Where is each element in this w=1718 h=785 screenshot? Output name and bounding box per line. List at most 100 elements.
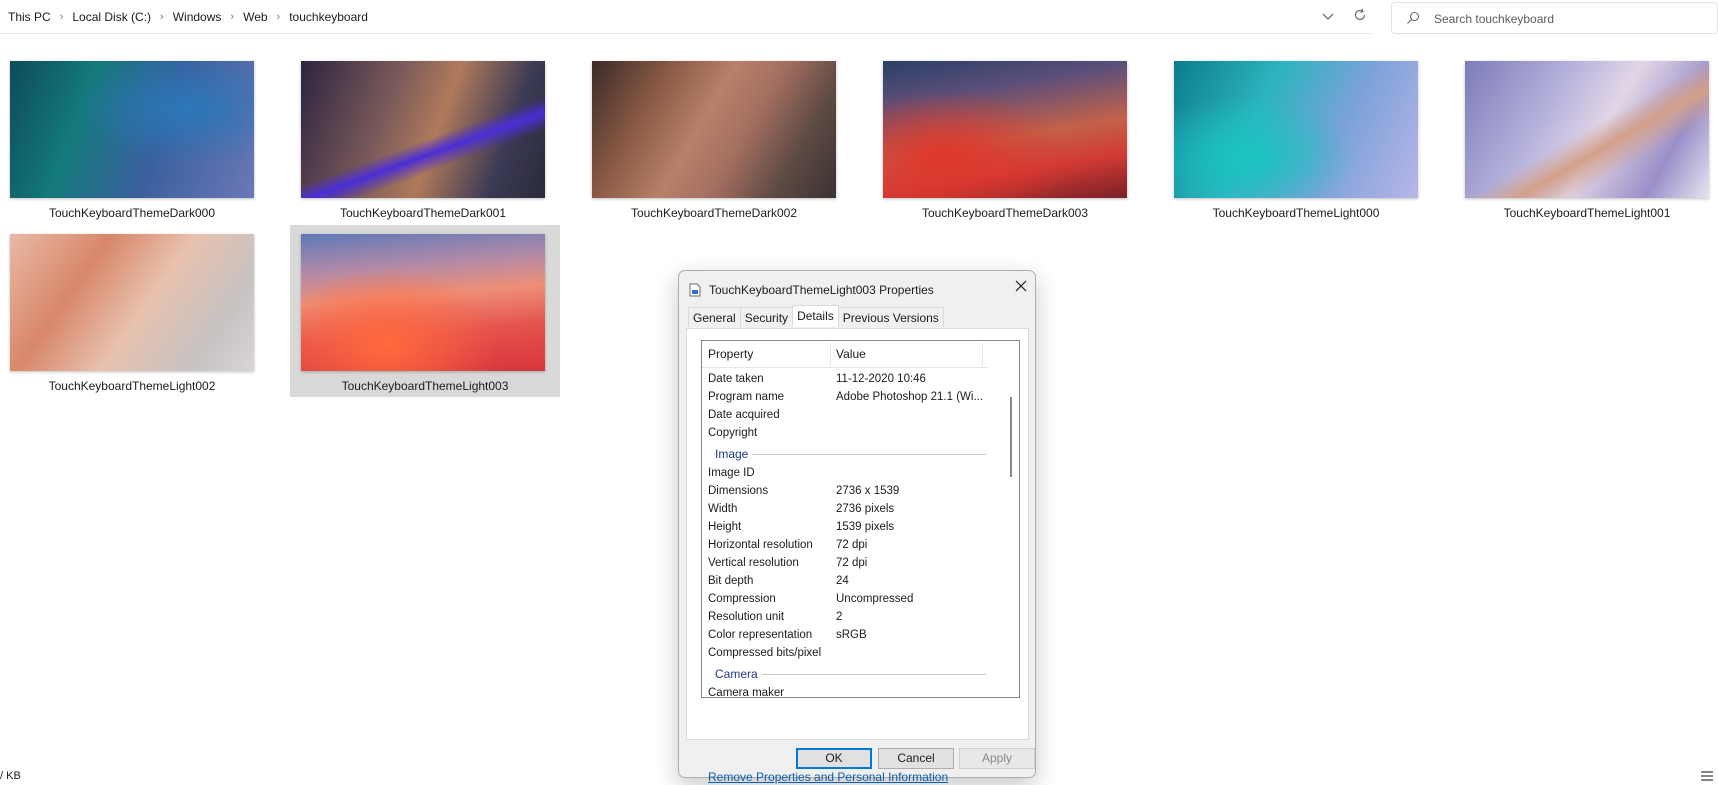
property-name: Width [708,503,738,515]
property-value: 1539 pixels [836,521,895,533]
column-divider[interactable] [830,343,831,365]
table-row[interactable]: Copyright [702,425,994,443]
scrollbar-thumb[interactable] [1010,397,1012,477]
refresh-button[interactable] [1351,8,1369,26]
details-view-button[interactable] [1700,770,1714,782]
property-value: 72 dpi [836,539,868,551]
chevron-right-icon[interactable]: › [277,11,281,23]
property-list[interactable]: Property Value Date taken 11-12-2020 10:4… [701,340,1020,698]
apply-button[interactable]: Apply [959,748,1035,769]
breadcrumb-web[interactable]: Web [243,10,267,24]
image-thumbnail[interactable] [10,234,254,371]
property-value: 2 [836,611,843,623]
property-name: Camera maker [708,687,785,698]
property-value: Uncompressed [836,593,914,605]
breadcrumb-windows[interactable]: Windows [173,10,222,24]
breadcrumb-local-disk[interactable]: Local Disk (C:) [72,10,151,24]
dialog-title: TouchKeyboardThemeLight003 Properties [709,283,934,297]
property-value: sRGB [836,629,867,641]
property-name: Image ID [708,467,755,479]
image-thumbnail[interactable] [592,61,836,198]
refresh-icon [1354,8,1366,21]
tab-general[interactable]: General [688,307,741,327]
property-name: Bit depth [708,575,754,587]
property-name: Compression [708,593,776,605]
property-value: 72 dpi [836,557,868,569]
chevron-right-icon[interactable]: › [230,11,234,23]
table-row[interactable]: Compressed bits/pixel [702,645,994,663]
tab-previous-versions[interactable]: Previous Versions [837,307,944,327]
history-dropdown-button[interactable] [1319,8,1337,26]
file-tile-light003[interactable]: TouchKeyboardThemeLight003 [290,225,560,397]
file-name-label: TouchKeyboardThemeDark003 [921,206,1089,220]
tab-details[interactable]: Details [792,305,839,327]
group-header-image: Image [702,443,994,465]
search-icon [1407,11,1420,24]
table-row[interactable]: Height 1539 pixels [702,519,994,537]
vertical-scrollbar[interactable] [1005,341,1019,697]
chevron-down-icon [1322,13,1334,20]
property-name: Dimensions [708,485,769,497]
table-row[interactable]: Vertical resolution 72 dpi [702,555,994,573]
table-row[interactable]: Color representation sRGB [702,627,994,645]
ok-button[interactable]: OK [796,748,872,769]
group-label: Camera [715,667,762,681]
close-button[interactable] [1012,279,1030,297]
remove-properties-link[interactable]: Remove Properties and Personal Informati… [708,770,948,784]
file-tile-light002[interactable]: TouchKeyboardThemeLight002 [8,231,256,401]
image-thumbnail[interactable] [1174,61,1418,198]
file-tile-dark003[interactable]: TouchKeyboardThemeDark003 [881,58,1129,228]
table-row[interactable]: Compression Uncompressed [702,591,994,609]
file-tile-dark002[interactable]: TouchKeyboardThemeDark002 [590,58,838,228]
file-tile-dark000[interactable]: TouchKeyboardThemeDark000 [8,58,256,228]
property-name: Height [708,521,742,533]
list-header: Property Value [702,341,988,368]
table-row[interactable]: Date acquired [702,407,994,425]
table-row[interactable]: Dimensions 2736 x 1539 [702,483,994,501]
property-name: Program name [708,391,785,403]
chevron-right-icon[interactable]: › [160,11,164,23]
property-rows: Date taken 11-12-2020 10:46 Program name A… [702,371,994,698]
properties-dialog: TouchKeyboardThemeLight003 Properties Ge… [678,270,1036,784]
table-row[interactable]: Camera maker [702,685,994,698]
table-row[interactable]: Date taken 11-12-2020 10:46 [702,371,994,389]
property-name: Copyright [708,427,758,439]
table-row[interactable]: Bit depth 24 [702,573,994,591]
table-row[interactable]: Width 2736 pixels [702,501,994,519]
list-view-icon [1701,771,1713,781]
file-name-label: TouchKeyboardThemeDark002 [630,206,798,220]
group-divider [714,454,986,455]
file-name-label: TouchKeyboardThemeLight001 [1503,206,1671,220]
cancel-button[interactable]: Cancel [878,748,954,769]
column-divider[interactable] [982,343,983,365]
image-thumbnail[interactable] [1465,61,1709,198]
search-box[interactable] [1391,2,1718,34]
image-thumbnail[interactable] [301,234,545,371]
breadcrumb: This PC › Local Disk (C:) › Windows › We… [8,10,368,24]
file-tile-dark001[interactable]: TouchKeyboardThemeDark001 [299,58,547,228]
file-name-label: TouchKeyboardThemeDark001 [339,206,507,220]
table-row[interactable]: Program name Adobe Photoshop 21.1 (Wi... [702,389,994,407]
property-name: Resolution unit [708,611,785,623]
table-row[interactable]: Resolution unit 2 [702,609,994,627]
property-name: Color representation [708,629,813,641]
breadcrumb-touchkeyboard[interactable]: touchkeyboard [289,10,368,24]
file-tile-light000[interactable]: TouchKeyboardThemeLight000 [1172,58,1420,228]
table-row[interactable]: Image ID [702,465,994,483]
property-name: Date taken [708,373,764,385]
property-name: Horizontal resolution [708,539,813,551]
image-thumbnail[interactable] [10,61,254,198]
breadcrumb-this-pc[interactable]: This PC [8,10,51,24]
property-name: Compressed bits/pixel [708,647,822,659]
table-row[interactable]: Horizontal resolution 72 dpi [702,537,994,555]
column-header-value[interactable]: Value [836,347,866,361]
image-thumbnail[interactable] [301,61,545,198]
tab-security[interactable]: Security [739,307,794,327]
group-label: Image [715,447,753,461]
property-name: Date acquired [708,409,780,421]
file-tile-light001[interactable]: TouchKeyboardThemeLight001 [1463,58,1711,228]
column-header-property[interactable]: Property [708,347,753,361]
chevron-right-icon[interactable]: › [60,11,64,23]
image-thumbnail[interactable] [883,61,1127,198]
search-input[interactable] [1432,9,1706,29]
